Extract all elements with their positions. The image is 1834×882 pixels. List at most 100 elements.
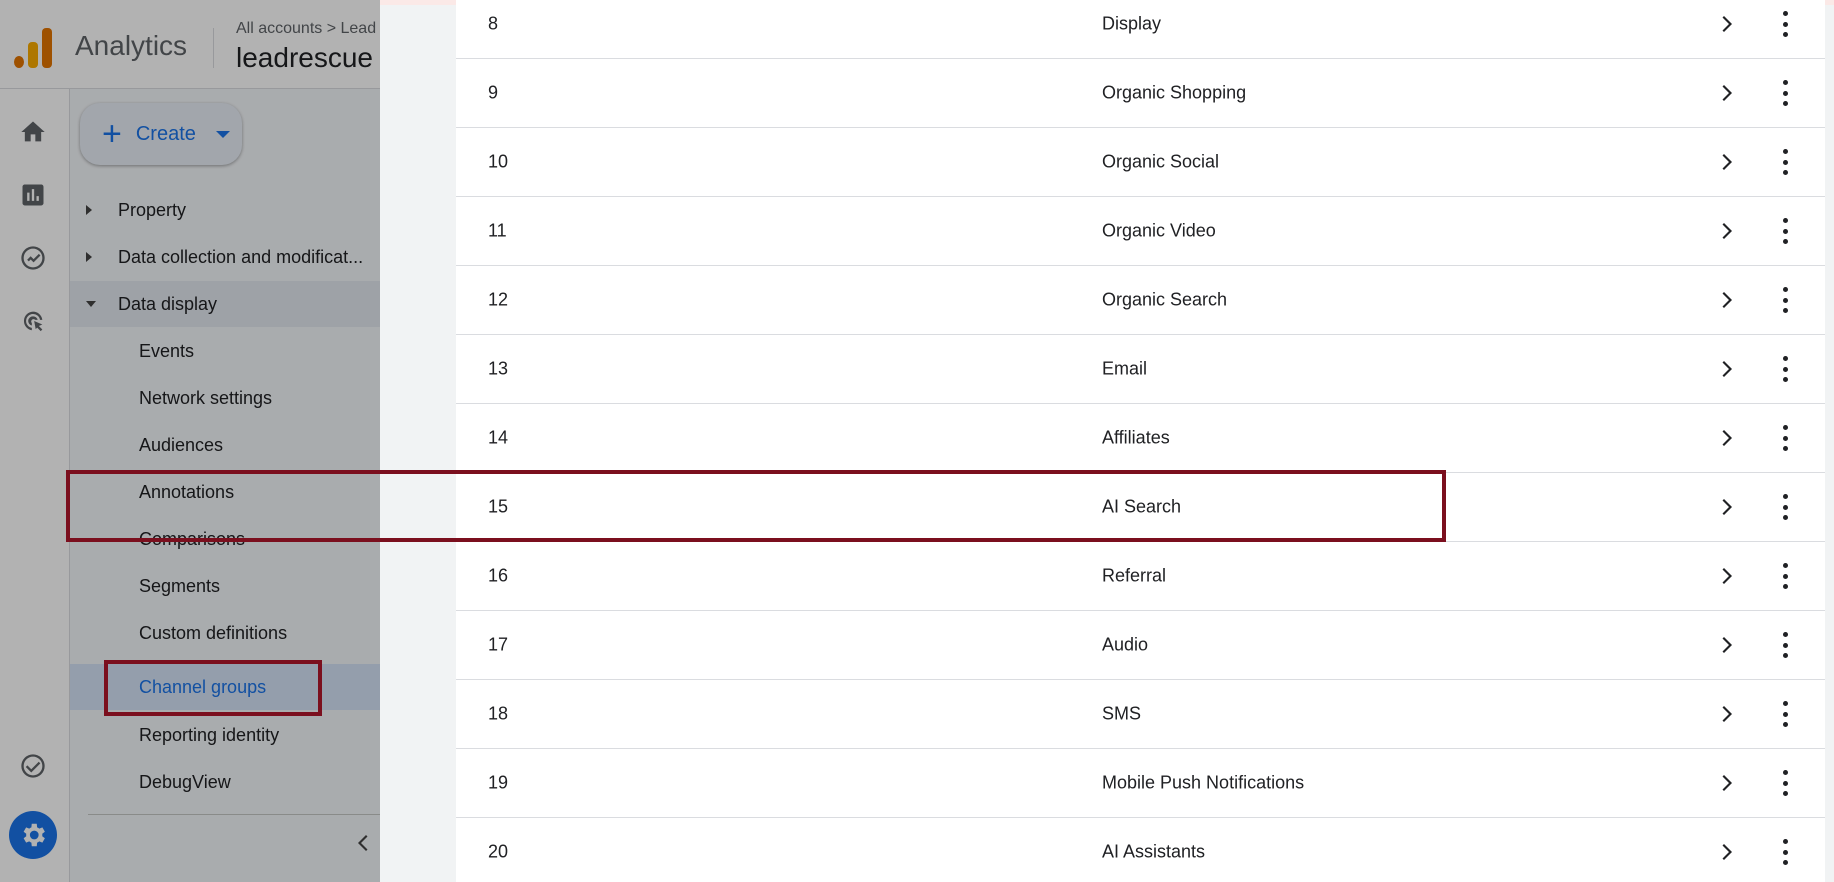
channel-name: AI Assistants [1102,841,1206,862]
chevron-right-icon[interactable] [1718,219,1738,243]
table-row[interactable]: 20 AI Assistants [456,818,1825,882]
channel-order: 9 [488,82,499,103]
home-icon[interactable] [17,116,49,148]
chevron-right-icon[interactable] [1718,288,1738,312]
chevron-right-icon[interactable] [1718,495,1738,519]
more-vert-icon[interactable] [1780,11,1790,37]
table-row[interactable]: 12 Organic Search [456,266,1825,335]
chevron-right-icon[interactable] [1718,771,1738,795]
channel-group-panel: 8 Display 9 Organic Shopping 10 Organic Socia… [380,0,1834,882]
channel-name: Email [1102,358,1148,379]
nav-item-debugview[interactable]: DebugView [70,759,380,805]
channel-order: 19 [488,772,509,793]
more-vert-icon[interactable] [1780,701,1790,727]
nav-item-label: Events [139,340,195,361]
channel-name: Organic Social [1102,151,1220,172]
dropdown-caret-icon [215,130,230,138]
more-vert-icon[interactable] [1780,770,1790,796]
annotation-highlight-channel-groups [104,660,322,716]
channel-name: Organic Video [1102,220,1216,241]
analytics-logo-icon[interactable] [14,24,54,68]
sidebar-divider [88,814,380,815]
more-vert-icon[interactable] [1780,80,1790,106]
create-button[interactable]: + Create [80,103,242,165]
channel-name: Organic Shopping [1102,82,1247,103]
more-vert-icon[interactable] [1780,425,1790,451]
channel-order: 16 [488,565,509,586]
table-row[interactable]: 19 Mobile Push Notifications [456,749,1825,818]
channel-name: Referral [1102,565,1167,586]
nav-item-reporting-identity[interactable]: Reporting identity [70,712,380,758]
chevron-right-icon[interactable] [1718,840,1738,864]
channel-name: Mobile Push Notifications [1102,772,1305,793]
chevron-right-icon[interactable] [1718,633,1738,657]
more-vert-icon[interactable] [1780,632,1790,658]
channel-name: Display [1102,13,1162,34]
nav-item-audiences[interactable]: Audiences [70,422,380,468]
more-vert-icon[interactable] [1780,839,1790,865]
header-divider [213,28,214,68]
collapse-sidebar-icon[interactable] [352,831,372,855]
nav-section-data-collection[interactable]: Data collection and modificat... [70,234,380,280]
channel-order: 14 [488,427,509,448]
chevron-right-icon[interactable] [1718,357,1738,381]
chevron-right-icon[interactable] [1718,150,1738,174]
channel-name: Affiliates [1102,427,1170,448]
channel-order: 10 [488,151,509,172]
advertising-icon[interactable] [17,305,49,337]
nav-item-custom-definitions[interactable]: Custom definitions [70,610,380,656]
table-row[interactable]: 16 Referral [456,542,1825,611]
nav-item-label: Network settings [139,387,273,408]
breadcrumb[interactable]: All accounts > Lead [236,20,376,38]
property-name[interactable]: leadrescue [236,42,373,74]
nav-item-label: DebugView [139,771,231,792]
nav-item-events[interactable]: Events [70,328,380,374]
table-row[interactable]: 18 SMS [456,680,1825,749]
nav-section-data-display[interactable]: Data display [70,281,380,327]
nav-section-property[interactable]: Property [70,187,380,233]
table-row[interactable]: 10 Organic Social [456,128,1825,197]
reports-icon[interactable] [17,179,49,211]
chevron-right-icon[interactable] [1718,564,1738,588]
chevron-right-icon[interactable] [1718,702,1738,726]
channel-table: 8 Display 9 Organic Shopping 10 Organic Socia… [456,0,1825,882]
channel-order: 11 [488,220,507,241]
channel-name: Audio [1102,634,1149,655]
explore-icon[interactable] [17,242,49,274]
table-row[interactable]: 17 Audio [456,611,1825,680]
collapse-arrow-icon [86,301,96,307]
app-title: Analytics [75,30,188,61]
table-row[interactable]: 13 Email [456,335,1825,404]
more-vert-icon[interactable] [1780,494,1790,520]
nav-section-label: Data display [118,293,218,314]
nav-section-label: Property [118,199,187,220]
channel-order: 8 [488,13,499,34]
more-vert-icon[interactable] [1780,149,1790,175]
plus-icon: + [102,115,122,153]
channel-order: 12 [488,289,509,310]
settings-gear-icon[interactable] [9,811,57,859]
more-vert-icon[interactable] [1780,287,1790,313]
table-row[interactable]: 11 Organic Video [456,197,1825,266]
channel-name: Organic Search [1102,289,1228,310]
check-icon[interactable] [17,750,49,782]
chevron-right-icon[interactable] [1718,81,1738,105]
annotation-highlight-ai-search [66,470,1446,542]
channel-order: 13 [488,358,509,379]
table-row[interactable]: 14 Affiliates [456,404,1825,473]
channel-order: 20 [488,841,509,862]
chevron-right-icon[interactable] [1718,12,1738,36]
more-vert-icon[interactable] [1780,563,1790,589]
nav-item-segments[interactable]: Segments [70,563,380,609]
table-row[interactable]: 9 Organic Shopping [456,59,1825,128]
chevron-right-icon[interactable] [1718,426,1738,450]
nav-item-label: Reporting identity [139,724,280,745]
nav-rail [0,89,70,882]
table-row[interactable]: 8 Display [456,0,1825,59]
channel-order: 17 [488,634,509,655]
more-vert-icon[interactable] [1780,218,1790,244]
more-vert-icon[interactable] [1780,356,1790,382]
nav-section-label: Data collection and modificat... [118,246,364,267]
create-label: Create [135,122,196,145]
nav-item-network-settings[interactable]: Network settings [70,375,380,421]
